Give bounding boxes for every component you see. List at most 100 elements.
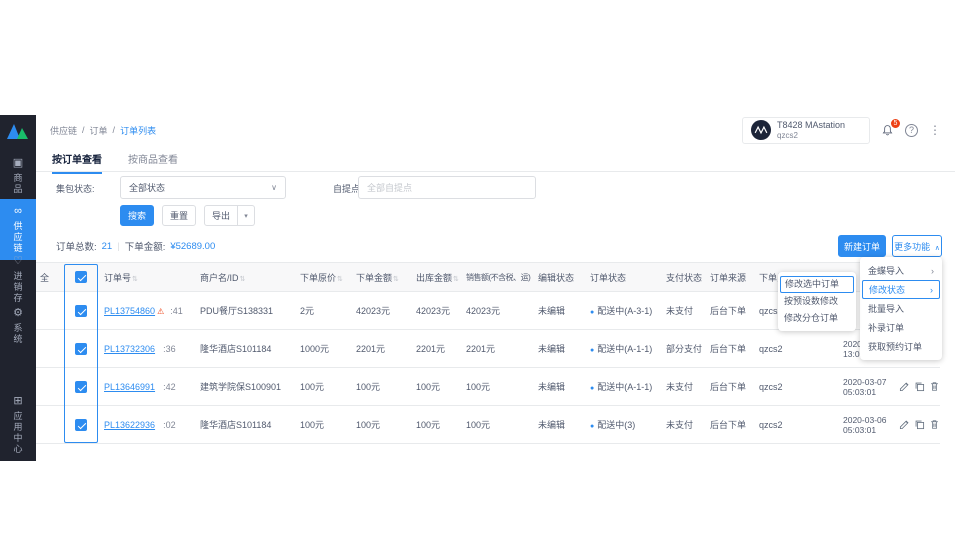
source-cell: 后台下单 — [710, 420, 747, 430]
app-window: ▣ 商品 ∞ 供应链 ♡ 进销存 ⚙ 系统 ⊞ 应用中心 供应链 / 订单 / — [0, 115, 955, 461]
edit-icon[interactable] — [899, 419, 910, 430]
menu-item-kingdee-import[interactable]: 金蝶导入 › — [860, 261, 942, 280]
order-link[interactable]: PL13754860 — [104, 306, 155, 316]
column-label: 订单来源 — [710, 272, 747, 283]
sales-cell: 100元 — [466, 382, 491, 392]
sidebar-item-system[interactable]: ⚙ 系统 — [0, 307, 36, 345]
submenu-item-modify-split-warehouse[interactable]: 修改分仓订单 — [778, 310, 856, 327]
submenu-item-modify-by-preset[interactable]: 按预设数修改 — [778, 293, 856, 310]
export-button-group: 导出 ▾ — [204, 205, 255, 226]
order-link[interactable]: PL13732306 — [104, 344, 155, 354]
pay-status-cell: 未支付 — [666, 382, 694, 392]
menu-item-label: 金蝶导入 — [868, 266, 905, 276]
copy-icon[interactable] — [914, 419, 925, 430]
export-dropdown-icon[interactable]: ▾ — [238, 205, 255, 226]
copy-icon[interactable] — [914, 381, 925, 392]
edit-status-cell: 未编辑 — [538, 306, 566, 316]
tab-order-view[interactable]: 按订单查看 — [52, 151, 102, 174]
export-button[interactable]: 导出 — [204, 205, 238, 226]
package-status-select[interactable]: 全部状态 ∨ — [120, 176, 286, 199]
menu-item-fetch-reserved-orders[interactable]: 获取预约订单 — [860, 337, 942, 356]
sales-cell: 2201元 — [466, 344, 496, 354]
menu-item-label: 获取预约订单 — [868, 342, 923, 352]
order-link[interactable]: PL13646991 — [104, 382, 155, 392]
column-header-source: 订单来源 — [706, 271, 755, 284]
column-header-order-amount[interactable]: 下单金额⇅ — [352, 271, 412, 284]
view-tabs: 按订单查看 按商品查看 — [36, 145, 955, 174]
edit-icon[interactable] — [899, 381, 910, 392]
breadcrumb-orders[interactable]: 订单 — [90, 124, 108, 137]
account-menu[interactable]: T8428 MAstation qzcs2 — [742, 116, 870, 144]
sort-icon[interactable]: ⇅ — [393, 276, 399, 283]
column-header-outbound[interactable]: 出库金额⇅ — [412, 271, 462, 284]
sidebar-item-goods[interactable]: ▣ 商品 — [0, 157, 36, 195]
row-checkbox[interactable] — [75, 418, 87, 431]
order-total-label: 订单总数: — [56, 242, 97, 253]
order-status-cell: ● 配送中(A-1-1) — [586, 342, 662, 355]
help-icon[interactable]: ? — [905, 123, 918, 137]
chevron-right-icon: › — [931, 265, 934, 276]
column-header-orig-price[interactable]: 下单原价⇅ — [296, 271, 352, 284]
edit-status-cell: 未编辑 — [538, 420, 566, 430]
row-checkbox-cell — [62, 304, 100, 317]
account-text: T8428 MAstation qzcs2 — [777, 120, 845, 141]
order-no-cell: PL13754860 ⚠:41 — [100, 306, 196, 316]
sort-icon[interactable]: ⇅ — [453, 276, 459, 283]
menu-item-batch-import[interactable]: 批量导入 — [860, 299, 942, 318]
row-checkbox[interactable] — [75, 380, 87, 393]
new-order-button[interactable]: 新建订单 — [838, 235, 886, 257]
notification-bell-icon[interactable]: 5 — [881, 118, 900, 137]
order-stats: 订单总数: 21 | 下单金额: ¥52689.00 — [56, 239, 215, 254]
status-dot-icon: ● — [590, 385, 595, 392]
breadcrumb-supply-chain[interactable]: 供应链 — [50, 124, 77, 137]
column-header-merchant[interactable]: 商户名/ID⇅ — [196, 271, 296, 284]
edit-status-cell: 未编辑 — [538, 344, 566, 354]
row-checkbox[interactable] — [75, 304, 87, 317]
column-header-edit-status: 编辑状态 — [534, 271, 586, 284]
sales-cell: 100元 — [466, 420, 491, 430]
menu-item-modify-status[interactable]: 修改状态 › — [862, 280, 940, 299]
pickup-point-input[interactable] — [358, 176, 536, 199]
delete-icon[interactable] — [929, 419, 940, 430]
status-dot-icon: ● — [590, 309, 595, 316]
chevron-right-icon: › — [930, 284, 933, 295]
row-checkbox[interactable] — [75, 342, 87, 355]
row-checkbox-cell — [62, 418, 100, 431]
actions-cell — [895, 381, 940, 392]
submenu-item-modify-selected[interactable]: 修改选中订单 — [780, 276, 854, 293]
status-text: 配送中(A-3-1) — [597, 306, 653, 316]
order-status-cell: ● 配送中(A-1-1) — [586, 380, 662, 393]
column-header-sales[interactable]: 销售额(不含税、运) — [462, 272, 534, 283]
top-bar: 供应链 / 订单 / 订单列表 T8428 MAstation qzcs2 5 … — [36, 115, 955, 145]
sort-icon[interactable]: ⇅ — [132, 276, 138, 283]
search-button[interactable]: 搜索 — [120, 205, 154, 226]
more-options-icon[interactable]: ⋮ — [929, 123, 941, 137]
column-header-order-no[interactable]: 订单号⇅ — [100, 271, 196, 284]
delete-icon[interactable] — [929, 381, 940, 392]
pay-status-cell: 部分支付 — [666, 344, 703, 354]
sidebar-item-label: 商品 — [12, 173, 23, 195]
menu-item-supplement-order[interactable]: 补录订单 — [860, 318, 942, 337]
reset-button[interactable]: 重置 — [162, 205, 196, 226]
order-link[interactable]: PL13622936 — [104, 420, 155, 430]
sidebar-item-inventory[interactable]: ♡ 进销存 — [0, 255, 36, 304]
pay-status-cell: 未支付 — [666, 420, 694, 430]
more-functions-button[interactable]: 更多功能 ∧ — [892, 235, 942, 257]
order-no-cell: PL13732306:36 — [100, 344, 196, 354]
chevron-down-icon: ∨ — [271, 183, 277, 192]
order-suffix: :42 — [163, 381, 176, 392]
select-all-checkbox[interactable] — [75, 271, 87, 283]
sidebar-item-supply-chain[interactable]: ∞ 供应链 — [0, 199, 36, 260]
sort-icon[interactable]: ⇅ — [337, 276, 343, 283]
order-status-cell: ● 配送中(3) — [586, 418, 662, 431]
tab-product-view[interactable]: 按商品查看 — [128, 151, 178, 166]
sidebar-item-app-center[interactable]: ⊞ 应用中心 — [0, 395, 36, 455]
sidebar-item-label: 应用中心 — [12, 411, 23, 455]
column-label: 订单状态 — [590, 272, 627, 283]
app-center-icon: ⊞ — [13, 395, 23, 407]
operator-cell: qzcs2 — [759, 343, 783, 354]
merchant-cell: 建筑学院保S100901 — [200, 382, 282, 392]
notification-badge: 5 — [891, 118, 900, 128]
sort-icon[interactable]: ⇅ — [240, 276, 246, 283]
modify-status-submenu: 修改选中订单 按预设数修改 修改分仓订单 — [778, 272, 856, 331]
